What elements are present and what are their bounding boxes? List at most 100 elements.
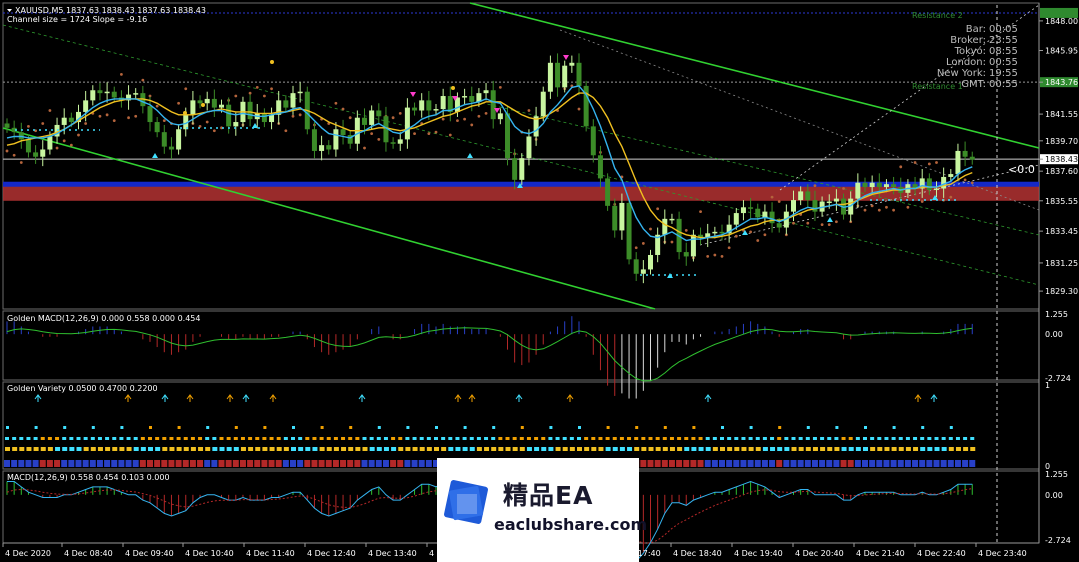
variety-bar: [275, 460, 282, 467]
variety-dot: [855, 437, 860, 440]
candle-body: [941, 176, 947, 189]
sar-dot: [205, 120, 209, 124]
variety-dot: [376, 437, 381, 440]
sar-dot: [484, 111, 488, 115]
variety-arrow-icon: [186, 394, 194, 402]
variety-block: [677, 447, 683, 451]
variety-dot-small: [749, 426, 753, 429]
variety-bar: [761, 460, 768, 467]
variety-block: [491, 447, 497, 451]
variety-block: [333, 447, 339, 451]
candle-body: [33, 152, 39, 157]
variety-dot: [176, 437, 181, 440]
variety-block: [405, 447, 411, 451]
variety-block: [47, 447, 53, 451]
variety-block: [298, 447, 304, 451]
variety-dot: [190, 437, 195, 440]
variety-dot: [348, 437, 353, 440]
variety-block: [183, 447, 189, 451]
variety-block: [105, 447, 111, 451]
variety-dot: [505, 437, 510, 440]
sar-dot: [456, 119, 459, 122]
variety-bar: [118, 460, 125, 467]
clock-value-london: 00:55: [989, 57, 1018, 68]
variety-bar: [747, 460, 754, 467]
signal-dot: [201, 103, 205, 107]
variety-bar: [347, 460, 354, 467]
watermark-box: 精品EA eaclubshare.com: [437, 458, 647, 562]
candle-body: [440, 96, 446, 110]
variety-bar: [290, 460, 296, 467]
variety-block: [348, 447, 354, 451]
variety-block: [33, 447, 39, 451]
variety-dot-small: [263, 426, 267, 429]
variety-block: [884, 447, 890, 451]
variety-dot: [148, 437, 152, 440]
x-tick-label: 4 Dec 12:40: [307, 549, 356, 558]
candle-body: [61, 117, 67, 125]
variety-arrow-icon: [914, 394, 922, 402]
variety-dot: [233, 437, 238, 440]
variety-block: [448, 447, 454, 451]
variety-dot-small: [692, 426, 696, 429]
candle-body: [540, 91, 546, 117]
variety-dot: [555, 437, 560, 440]
variety-dot: [577, 437, 581, 440]
sar-dot: [105, 113, 109, 117]
variety-bar: [247, 460, 254, 467]
variety-bar: [261, 460, 268, 467]
variety-bar: [61, 460, 68, 467]
clock-label-london: London:: [946, 57, 986, 68]
signal-dot: [270, 60, 274, 64]
candle-body: [719, 231, 725, 234]
golden-variety-panel[interactable]: [2, 381, 1040, 470]
x-tick-label: 4 Dec 2020: [5, 549, 51, 558]
variety-block: [577, 447, 582, 451]
variety-arrow-icon: [358, 394, 366, 402]
candle-body: [68, 117, 74, 123]
variety-bar: [804, 460, 811, 467]
variety-block: [355, 447, 361, 451]
variety-block: [305, 447, 311, 451]
variety-dot: [491, 437, 496, 440]
variety-dot: [341, 437, 346, 440]
variety-dot: [619, 437, 624, 440]
x-tick-label: 4 Dec 22:40: [917, 549, 966, 558]
variety-bar: [962, 460, 969, 467]
sar-dot: [19, 161, 23, 164]
variety-dot-small: [778, 426, 782, 429]
variety-dot: [391, 437, 396, 440]
variety-block: [548, 447, 554, 451]
candle-body: [326, 145, 332, 150]
variety-dot: [5, 437, 9, 440]
variety-dot: [863, 437, 867, 440]
variety-block: [226, 447, 232, 451]
candle-body: [869, 182, 875, 188]
variety-dot: [269, 437, 274, 440]
clock-value-newyork: 19:55: [989, 68, 1018, 79]
variety-block: [841, 447, 847, 451]
main-price-panel[interactable]: [2, 2, 1040, 310]
x-tick-label: 4 Dec 21:40: [856, 549, 905, 558]
sar-dot: [641, 242, 645, 245]
variety-dot: [727, 437, 732, 440]
candle-body: [826, 201, 832, 204]
sar-dot: [298, 113, 302, 117]
variety-bar: [75, 460, 82, 467]
variety-dot: [276, 437, 281, 440]
variety-dot: [934, 437, 939, 440]
signal-dot: [451, 86, 455, 90]
watermark-url: eaclubshare.com: [494, 515, 648, 534]
symbol-dropdown-icon[interactable]: [7, 9, 12, 12]
candle-body: [733, 213, 739, 225]
variety-block: [805, 447, 811, 451]
variety-block: [398, 447, 404, 451]
variety-dot: [112, 437, 117, 440]
sar-dot: [863, 208, 867, 212]
variety-block: [376, 447, 382, 451]
variety-dot: [519, 437, 524, 440]
variety-block: [469, 447, 475, 451]
variety-dot: [262, 437, 267, 440]
variety-block: [863, 447, 868, 451]
variety-dot: [119, 437, 124, 440]
